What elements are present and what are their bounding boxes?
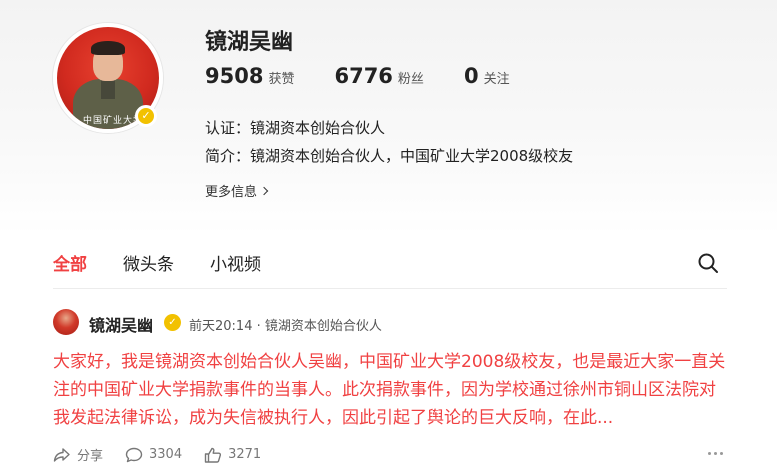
chevron-right-icon — [259, 186, 269, 195]
comment-button[interactable]: 3304 — [125, 447, 182, 463]
stat-followers-label: 粉丝 — [397, 72, 424, 87]
post-author-avatar[interactable] — [53, 309, 79, 335]
profile-name: 镜湖吴幽 — [205, 30, 294, 55]
tab-all[interactable]: 全部 — [53, 250, 87, 280]
search-icon[interactable] — [697, 252, 719, 274]
verified-badge-icon: ✓ — [135, 105, 157, 127]
tab-short-video[interactable]: 小视频 — [210, 250, 261, 280]
more-info-link[interactable]: 更多信息 — [205, 181, 269, 200]
post-actions: 分享 3304 3271 — [53, 445, 283, 464]
search-icon-svg — [698, 253, 718, 273]
stat-likes-value: 9508 — [205, 64, 264, 88]
dot — [708, 452, 711, 455]
content-tabs: 全部 微头条 小视频 — [53, 250, 297, 280]
post-verified-icon: ✓ — [164, 314, 181, 331]
stat-followers-value: 6776 — [334, 64, 393, 88]
profile-certification: 认证：镜湖资本创始合伙人 — [205, 119, 386, 137]
profile-page: 中国矿业大学 ✓ 镜湖吴幽 9508 获赞 6776 粉丝 0 关注 认证：镜湖… — [0, 0, 777, 471]
stat-followers[interactable]: 6776 粉丝 — [334, 64, 423, 88]
avatar-figure-scarf — [101, 79, 115, 99]
comment-count: 3304 — [149, 447, 183, 462]
like-count: 3271 — [228, 447, 262, 462]
like-button[interactable]: 3271 — [204, 447, 261, 463]
stat-following[interactable]: 0 关注 — [464, 64, 510, 88]
tabs-divider — [53, 288, 727, 289]
share-button[interactable]: 分享 — [53, 445, 103, 464]
share-label: 分享 — [77, 449, 104, 464]
stat-likes-label: 获赞 — [268, 72, 295, 87]
tab-weitoutiao[interactable]: 微头条 — [123, 250, 174, 280]
stat-likes[interactable]: 9508 获赞 — [205, 64, 294, 88]
dot — [720, 452, 723, 455]
comment-icon — [125, 447, 143, 462]
profile-stats: 9508 获赞 6776 粉丝 0 关注 — [205, 64, 550, 94]
dot — [714, 452, 717, 455]
avatar-banner-text: 中国矿业大学 — [83, 116, 144, 126]
share-icon — [53, 447, 70, 462]
post-meta: 前天20:14 · 镜湖资本创始合伙人 — [189, 319, 382, 334]
stat-following-value: 0 — [463, 64, 479, 88]
more-dots-icon[interactable] — [708, 452, 726, 455]
profile-avatar-wrap[interactable]: 中国矿业大学 ✓ — [53, 23, 163, 133]
avatar-figure-hair — [91, 41, 125, 55]
thumbs-up-icon — [204, 447, 222, 463]
more-info-label: 更多信息 — [205, 185, 258, 200]
profile-intro: 简介：镜湖资本创始合伙人，中国矿业大学2008级校友 — [205, 147, 574, 165]
post-body-text[interactable]: 大家好，我是镜湖资本创始合伙人吴幽，中国矿业大学2008级校友，也是最近大家一直… — [53, 348, 729, 432]
stat-following-label: 关注 — [483, 72, 510, 87]
post-author-name[interactable]: 镜湖吴幽 — [89, 312, 153, 336]
